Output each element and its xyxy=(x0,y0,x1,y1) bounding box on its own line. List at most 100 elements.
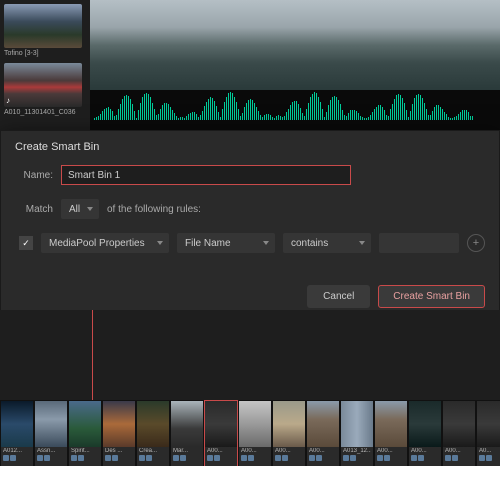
clip-label: A012... xyxy=(3,448,31,454)
clip-badge-icon xyxy=(146,455,152,461)
audio-waveform xyxy=(94,92,496,124)
playhead[interactable] xyxy=(92,310,93,400)
clip-badge-icon xyxy=(377,455,383,461)
clip-label: A010_11301401_C036 xyxy=(4,109,86,116)
timeline-clip[interactable]: Mar... xyxy=(170,400,204,466)
clip-label: A00... xyxy=(207,448,235,454)
rule-property-dropdown[interactable]: MediaPool Properties xyxy=(41,233,169,253)
rule-enabled-checkbox[interactable]: ✓ xyxy=(19,236,33,250)
clip-badge-icon xyxy=(214,455,220,461)
clip-thumbnail xyxy=(103,401,135,447)
timeline-clip[interactable]: Assn... xyxy=(34,400,68,466)
clip-badge-icon xyxy=(275,455,281,461)
create-smart-bin-dialog: Create Smart Bin Name: Match All of the … xyxy=(0,130,500,321)
clip-badge-icon xyxy=(479,455,485,461)
clip-label: A00... xyxy=(275,448,303,454)
clip-label: Mar... xyxy=(173,448,201,454)
audio-icon: ♪ xyxy=(6,96,10,105)
clip-label: A00... xyxy=(377,448,405,454)
clip-label: Assn... xyxy=(37,448,65,454)
rule-field-dropdown[interactable]: File Name xyxy=(177,233,275,253)
clip-thumbnail xyxy=(35,401,67,447)
clip-label: A013_12... xyxy=(343,448,371,454)
timeline-clip[interactable]: A00... xyxy=(272,400,306,466)
clip-badge-icon xyxy=(180,455,186,461)
match-label: Match xyxy=(15,204,53,215)
clip-badge-icon xyxy=(71,455,77,461)
clip-badge-icon xyxy=(411,455,417,461)
clip-badge-icon xyxy=(350,455,356,461)
clip-label: A00... xyxy=(411,448,439,454)
dialog-title: Create Smart Bin xyxy=(1,131,499,165)
clip-thumbnail xyxy=(273,401,305,447)
clip-badge-icon xyxy=(112,455,118,461)
clip-badge-icon xyxy=(173,455,179,461)
clip-badge-icon xyxy=(452,455,458,461)
timeline-clip[interactable]: A00... xyxy=(408,400,442,466)
cancel-button[interactable]: Cancel xyxy=(307,285,370,308)
clip-badge-icon xyxy=(445,455,451,461)
clip-badge-icon xyxy=(418,455,424,461)
rule-operator-dropdown[interactable]: contains xyxy=(283,233,371,253)
clip-badge-icon xyxy=(207,455,213,461)
timeline-clip[interactable]: A00... xyxy=(204,400,238,466)
rule-value-input[interactable] xyxy=(379,233,459,253)
create-smart-bin-button[interactable]: Create Smart Bin xyxy=(378,285,485,308)
clip-thumbnail xyxy=(477,401,500,447)
timeline-clip[interactable]: A00... xyxy=(238,400,272,466)
clip-badge-icon xyxy=(241,455,247,461)
clip-badge-icon xyxy=(139,455,145,461)
clip-label: Tofino [3-3] xyxy=(4,50,86,57)
clip-label: A0... xyxy=(479,448,500,454)
viewer-frame xyxy=(90,0,500,90)
match-dropdown[interactable]: All xyxy=(61,199,99,219)
name-input[interactable] xyxy=(61,165,351,185)
clip-thumbnail xyxy=(1,401,33,447)
clip-badge-icon xyxy=(37,455,43,461)
media-clip-thumbnail[interactable]: ♪ xyxy=(4,63,82,107)
timeline-clip[interactable]: A012... xyxy=(0,400,34,466)
bottom-whitespace xyxy=(0,466,500,500)
clip-label: A00... xyxy=(241,448,269,454)
timeline-clip[interactable]: A00... xyxy=(442,400,476,466)
clip-thumbnail xyxy=(443,401,475,447)
clip-badge-icon xyxy=(316,455,322,461)
clip-badge-icon xyxy=(486,455,492,461)
clip-badge-icon xyxy=(3,455,9,461)
clip-badge-icon xyxy=(44,455,50,461)
timeline-clip[interactable]: Crea... xyxy=(136,400,170,466)
clip-label: Spirit... xyxy=(71,448,99,454)
clip-badge-icon xyxy=(343,455,349,461)
timeline-area[interactable] xyxy=(0,310,500,400)
clip-badge-icon xyxy=(105,455,111,461)
clip-thumbnail xyxy=(239,401,271,447)
clip-thumbnail xyxy=(341,401,373,447)
timeline-clip[interactable]: A013_12... xyxy=(340,400,374,466)
add-rule-button[interactable]: + xyxy=(467,234,485,252)
clip-thumbnail xyxy=(137,401,169,447)
timeline-clip[interactable]: A00... xyxy=(306,400,340,466)
clip-label: A00... xyxy=(445,448,473,454)
source-viewer[interactable] xyxy=(90,0,500,130)
clip-label: A00... xyxy=(309,448,337,454)
clip-thumbnail xyxy=(307,401,339,447)
match-suffix-text: of the following rules: xyxy=(107,204,201,215)
media-strip: A012... Assn... Spirit...Des ...Crea... Mar… xyxy=(0,400,500,466)
timeline-clip[interactable]: A0... xyxy=(476,400,500,466)
clip-thumbnail xyxy=(69,401,101,447)
clip-badge-icon xyxy=(384,455,390,461)
timeline-clip[interactable]: Spirit... xyxy=(68,400,102,466)
clip-badge-icon xyxy=(282,455,288,461)
clip-badge-icon xyxy=(309,455,315,461)
clip-badge-icon xyxy=(248,455,254,461)
clip-thumbnail xyxy=(205,401,237,447)
clip-badge-icon xyxy=(78,455,84,461)
media-clip-thumbnail[interactable] xyxy=(4,4,82,48)
clip-thumbnail xyxy=(409,401,441,447)
timeline-clip[interactable]: Des ... xyxy=(102,400,136,466)
clip-label: Crea... xyxy=(139,448,167,454)
clip-thumbnail xyxy=(375,401,407,447)
media-pool-panel: Tofino [3-3] ♪ A010_11301401_C036 xyxy=(0,0,90,130)
clip-badge-icon xyxy=(10,455,16,461)
timeline-clip[interactable]: A00... xyxy=(374,400,408,466)
